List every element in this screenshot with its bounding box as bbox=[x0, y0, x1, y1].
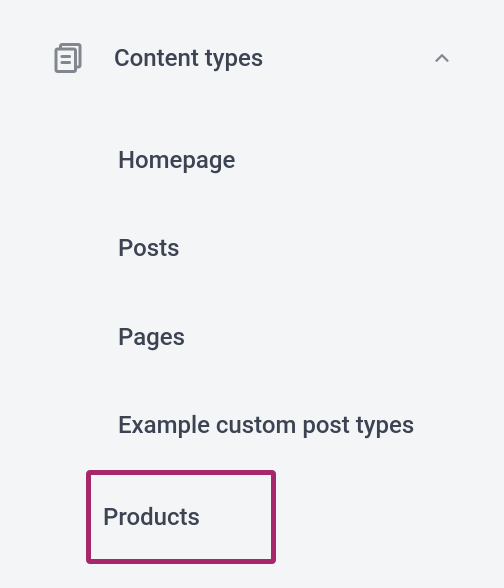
nav-item-pages[interactable]: Pages bbox=[114, 293, 454, 381]
nav-item-homepage[interactable]: Homepage bbox=[114, 116, 454, 204]
nav-item-products[interactable]: Products bbox=[86, 470, 276, 564]
section-header-left: Content types bbox=[50, 40, 263, 76]
document-icon bbox=[50, 40, 86, 76]
content-types-section-header[interactable]: Content types bbox=[50, 32, 454, 84]
chevron-up-icon bbox=[430, 46, 454, 70]
nav-item-example-custom-post-types[interactable]: Example custom post types bbox=[114, 381, 454, 469]
nav-item-posts[interactable]: Posts bbox=[114, 204, 454, 292]
content-types-list: Homepage Posts Pages Example custom post… bbox=[50, 116, 454, 564]
section-title: Content types bbox=[114, 44, 263, 72]
